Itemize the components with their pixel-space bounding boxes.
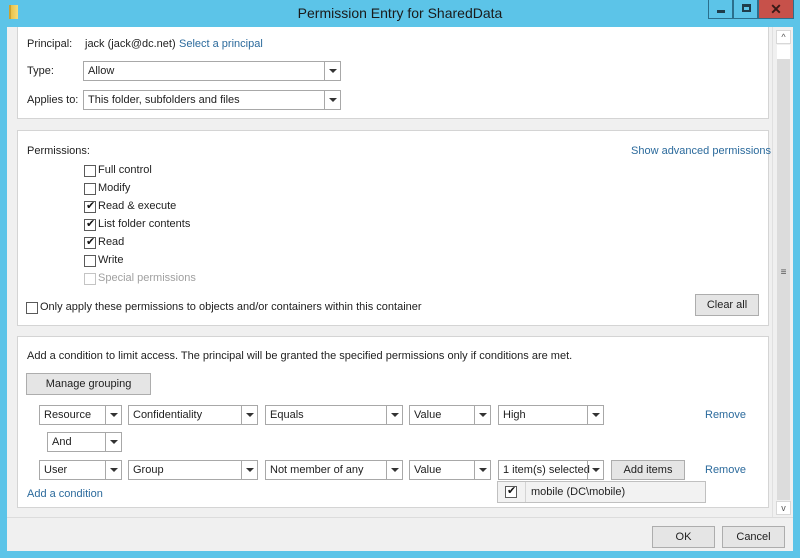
applies-to-label: Applies to:: [27, 94, 79, 106]
chevron-down-icon: [474, 461, 490, 479]
chevron-down-icon: [241, 406, 257, 424]
window-title: Permission Entry for SharedData: [297, 5, 503, 21]
scroll-down-icon[interactable]: v: [776, 501, 791, 515]
condition-2-operator-value: Not member of any: [270, 464, 364, 476]
condition-2-value-type-dropdown[interactable]: Value: [409, 460, 491, 480]
condition-1-scope-value: Resource: [44, 409, 92, 421]
cancel-button[interactable]: Cancel: [722, 526, 785, 548]
scrollbar-grip-icon: ≡: [780, 267, 787, 278]
vertical-scrollbar[interactable]: ^ ≡ v: [772, 27, 793, 517]
condition-2-scope-dropdown[interactable]: User: [39, 460, 122, 480]
condition-1-operator-dropdown[interactable]: Equals: [265, 405, 403, 425]
condition-1-operator-value: Equals: [270, 409, 304, 421]
permission-entry-window: Permission Entry for SharedData ✕ Princi…: [0, 0, 800, 558]
condition-2-value-dropdown[interactable]: 1 item(s) selected: [498, 460, 604, 480]
select-principal-link[interactable]: Select a principal: [179, 38, 263, 50]
condition-1-scope-dropdown[interactable]: Resource: [39, 405, 122, 425]
permission-label: List folder contents: [98, 218, 191, 230]
conditions-description: Add a condition to limit access. The pri…: [27, 350, 573, 362]
only-apply-label: Only apply these permissions to objects …: [40, 301, 422, 313]
only-apply-checkbox[interactable]: [26, 302, 38, 314]
dropdown-item-checkbox-cell[interactable]: [498, 482, 526, 502]
permission-label: Write: [98, 254, 124, 266]
clear-all-button[interactable]: Clear all: [695, 294, 759, 316]
applies-to-dropdown[interactable]: This folder, subfolders and files: [83, 90, 341, 110]
condition-1-value-type-value: Value: [414, 409, 442, 421]
permission-label: Read & execute: [98, 200, 177, 212]
add-items-button[interactable]: Add items: [611, 460, 685, 480]
condition-2-remove-link[interactable]: Remove: [705, 464, 746, 476]
condition-1-value-dropdown[interactable]: High: [498, 405, 604, 425]
chevron-down-icon: [587, 406, 603, 424]
group-values-dropdown-list[interactable]: mobile (DC\mobile): [497, 481, 706, 503]
dropdown-item-checkbox[interactable]: [505, 484, 517, 498]
condition-2-scope-value: User: [44, 464, 68, 476]
condition-1-value-value: High: [503, 409, 526, 421]
chevron-down-icon: [105, 406, 121, 424]
principal-label: Principal:: [27, 38, 73, 50]
chevron-down-icon: [386, 406, 402, 424]
applies-to-value: This folder, subfolders and files: [88, 94, 240, 106]
principal-value: jack (jack@dc.net): [85, 38, 176, 50]
condition-connector-value: And: [52, 436, 72, 448]
condition-2-attribute-value: Group: [133, 464, 164, 476]
type-value: Allow: [88, 65, 115, 77]
condition-1-value-type-dropdown[interactable]: Value: [409, 405, 491, 425]
type-label: Type:: [27, 65, 54, 77]
permission-checkbox[interactable]: [84, 217, 96, 231]
principal-panel: Principal: jack (jack@dc.net) Select a p…: [17, 27, 769, 119]
close-icon: ✕: [770, 1, 782, 17]
permission-label: Full control: [98, 164, 152, 176]
manage-grouping-button[interactable]: Manage grouping: [26, 373, 151, 395]
chevron-down-icon: [324, 62, 340, 80]
permissions-label: Permissions:: [27, 145, 90, 157]
permission-checkbox[interactable]: [84, 183, 96, 195]
chevron-down-icon: [324, 91, 340, 109]
minimize-icon: [717, 10, 725, 13]
permission-label: Modify: [98, 182, 131, 194]
chevron-down-icon: [105, 433, 121, 451]
dialog-footer: OK Cancel: [7, 517, 793, 551]
permissions-panel: Permissions: Show advanced permissions F…: [17, 130, 771, 326]
permission-checkbox[interactable]: [84, 199, 96, 213]
permission-checkbox[interactable]: [84, 165, 96, 177]
chevron-down-icon: [587, 461, 603, 479]
permission-checkbox[interactable]: [84, 235, 96, 249]
permission-checkbox: [84, 273, 96, 285]
minimize-button[interactable]: [708, 0, 733, 19]
condition-2-value-type-value: Value: [414, 464, 442, 476]
scroll-up-icon[interactable]: ^: [776, 30, 791, 44]
title-bar[interactable]: Permission Entry for SharedData ✕: [0, 0, 800, 27]
condition-1-attribute-dropdown[interactable]: Confidentiality: [128, 405, 258, 425]
condition-2-operator-dropdown[interactable]: Not member of any: [265, 460, 403, 480]
permission-label: Read: [98, 236, 125, 248]
ok-button[interactable]: OK: [652, 526, 715, 548]
maximize-icon: [742, 4, 751, 12]
chevron-down-icon: [386, 461, 402, 479]
dropdown-item-label: mobile (DC\mobile): [531, 486, 626, 498]
condition-2-value-value: 1 item(s) selected: [503, 464, 590, 476]
condition-1-remove-link[interactable]: Remove: [705, 409, 746, 421]
chevron-down-icon: [474, 406, 490, 424]
chevron-down-icon: [105, 461, 121, 479]
add-condition-link[interactable]: Add a condition: [27, 488, 103, 500]
permission-checkbox[interactable]: [84, 255, 96, 267]
condition-2-attribute-dropdown[interactable]: Group: [128, 460, 258, 480]
maximize-button[interactable]: [733, 0, 758, 19]
scrollbar-thumb[interactable]: [777, 45, 790, 59]
show-advanced-permissions-link[interactable]: Show advanced permissions: [631, 145, 771, 157]
condition-connector-dropdown[interactable]: And: [47, 432, 122, 452]
close-button[interactable]: ✕: [758, 0, 794, 19]
permission-label: Special permissions: [98, 272, 196, 284]
type-dropdown[interactable]: Allow: [83, 61, 341, 81]
chevron-down-icon: [241, 461, 257, 479]
condition-1-attribute-value: Confidentiality: [133, 409, 203, 421]
